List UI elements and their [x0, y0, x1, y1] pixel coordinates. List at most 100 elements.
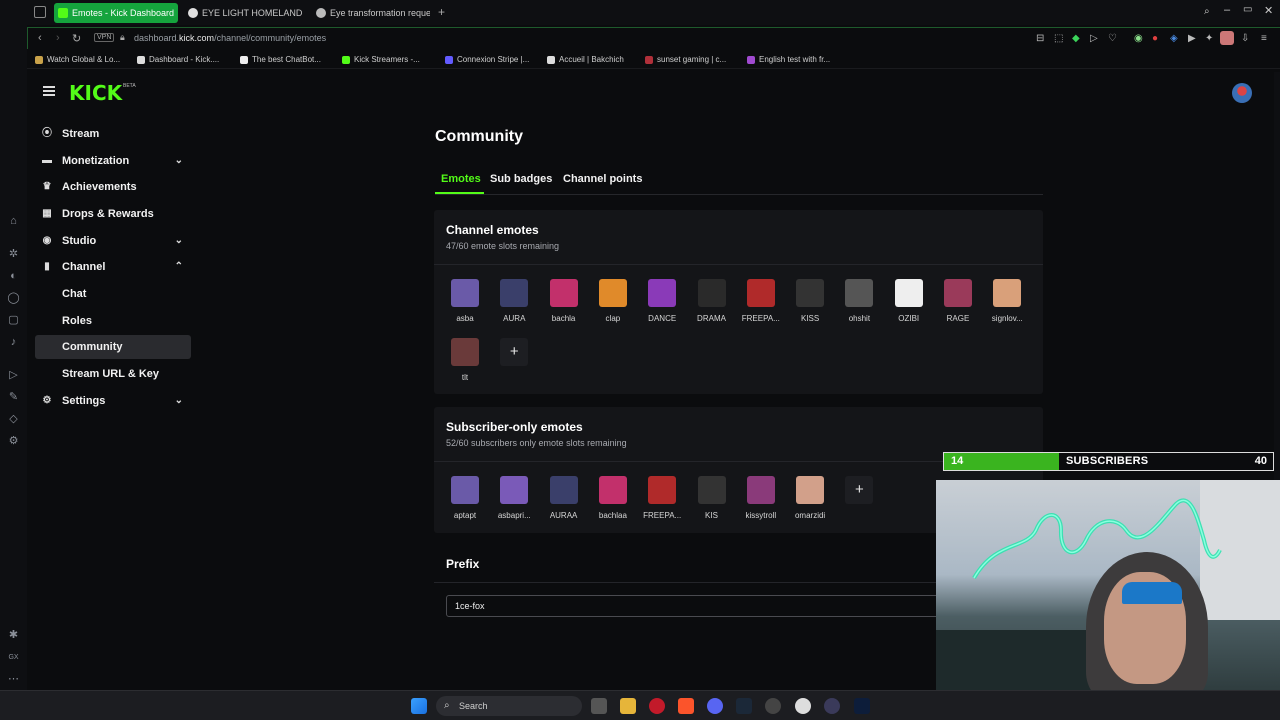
emote-item[interactable]: DRAMA	[691, 279, 733, 329]
taskbar-search[interactable]: ⌕ Search	[436, 696, 582, 716]
prefix-input[interactable]	[446, 595, 946, 617]
emote-item[interactable]: tlt	[444, 338, 486, 388]
file-explorer-icon[interactable]	[620, 698, 636, 714]
heart-icon[interactable]: ♡	[1108, 33, 1117, 44]
steelseries-icon[interactable]	[795, 698, 811, 714]
close-window-icon[interactable]: ✕	[1264, 4, 1273, 17]
player-icon[interactable]: ▷	[6, 368, 21, 383]
whatsapp-icon[interactable]: ◯	[6, 291, 21, 306]
windows-start-icon[interactable]	[411, 698, 427, 714]
new-tab-button[interactable]: +	[438, 5, 445, 19]
bookmark-item[interactable]: Dashboard - Kick....	[137, 55, 219, 64]
extension-2-icon[interactable]: ●	[1152, 33, 1158, 44]
emote-item[interactable]: KISS	[789, 279, 831, 329]
steam-icon[interactable]	[736, 698, 752, 714]
sidebar-item-drops-rewards[interactable]: ▦ Drops & Rewards	[35, 202, 191, 226]
task-view-icon[interactable]	[591, 698, 607, 714]
maximize-icon[interactable]: ▭	[1243, 4, 1252, 15]
gx-control-icon[interactable]: ✱	[6, 628, 21, 643]
gx-corner-icon[interactable]: GX	[6, 650, 21, 665]
vpn-badge[interactable]: VPN	[94, 33, 115, 42]
sidebar-item-settings[interactable]: ⚙ Settings ⌄	[35, 389, 191, 413]
emote-item[interactable]: OZIBI	[888, 279, 930, 329]
url-field[interactable]: dashboard.kick.com/channel/community/emo…	[134, 33, 326, 43]
sidebar-app-icon[interactable]: ⌂	[6, 214, 21, 229]
sidebar-item-stream[interactable]: ⦿ Stream	[35, 122, 191, 146]
tab-sub-badges[interactable]: Sub badges	[490, 173, 552, 185]
emote-item[interactable]: RAGE	[937, 279, 979, 329]
emote-item[interactable]: FREEPA...	[641, 476, 683, 526]
instagram-icon[interactable]: ▢	[6, 313, 21, 328]
reload-icon[interactable]: ↻	[72, 32, 81, 45]
bookmark-item[interactable]: Kick Streamers -...	[342, 55, 420, 64]
emote-item[interactable]: KIS	[691, 476, 733, 526]
emote-item[interactable]: bachla	[543, 279, 585, 329]
emote-item[interactable]: DANCE	[641, 279, 683, 329]
hamburger-menu-icon[interactable]	[43, 86, 55, 96]
emote-item[interactable]: FREEPA...	[740, 279, 782, 329]
puzzle-icon[interactable]: ✦	[1205, 33, 1213, 44]
kick-logo[interactable]: KICK	[69, 81, 122, 105]
minimize-icon[interactable]: –	[1224, 4, 1230, 16]
tab-emotes[interactable]: Emotes	[441, 173, 481, 185]
bookmark-item[interactable]: The best ChatBot...	[240, 55, 321, 64]
extensions-icon[interactable]: ◇	[6, 412, 21, 427]
menu-icon[interactable]: ≡	[1261, 33, 1267, 44]
tab-eye-light[interactable]: EYE LIGHT HOMELANDE	[184, 3, 302, 23]
emote-item[interactable]: kissytroll	[740, 476, 782, 526]
pin-icon[interactable]: ✎	[6, 390, 21, 405]
bookmark-item[interactable]: sunset gaming | c...	[645, 55, 726, 64]
forward-icon[interactable]: ›	[56, 32, 60, 44]
extension-3-icon[interactable]: ◈	[1170, 33, 1178, 44]
photoshop-icon[interactable]	[854, 698, 870, 714]
play-icon[interactable]: ▷	[1090, 33, 1098, 44]
adblock-icon[interactable]: ◆	[1072, 33, 1080, 44]
sidebar-item-chat[interactable]: Chat	[35, 282, 191, 306]
sidebar-item-roles[interactable]: Roles	[35, 309, 191, 333]
chatgpt-icon[interactable]: ✲	[6, 247, 21, 262]
tab-channel-points[interactable]: Channel points	[563, 173, 642, 185]
workspaces-icon[interactable]	[34, 6, 46, 18]
avatar[interactable]	[1232, 83, 1252, 103]
media-icon[interactable]: ▶	[1188, 33, 1196, 44]
add-emote-button[interactable]: +	[500, 338, 529, 366]
sidebar-item-achievements[interactable]: ♛ Achievements	[35, 175, 191, 199]
back-icon[interactable]: ‹	[38, 32, 42, 44]
bookmark-item[interactable]: Watch Global & Lo...	[35, 55, 120, 64]
download-icon[interactable]: ⇩	[1241, 33, 1249, 44]
search-tabs-icon[interactable]: ⌕	[1204, 6, 1210, 17]
add-emote-button[interactable]: +	[845, 476, 874, 504]
tab-eye-transformation[interactable]: Eye transformation reque	[312, 3, 430, 23]
sidebar-item-community[interactable]: Community	[35, 335, 191, 359]
tiktok-icon[interactable]: ♪	[6, 335, 21, 350]
discord-icon[interactable]	[707, 698, 723, 714]
sidebar-item-monetization[interactable]: ▬ Monetization ⌄	[35, 149, 191, 173]
more-icon[interactable]: ⋯	[6, 672, 21, 687]
emote-item[interactable]: signlov...	[986, 279, 1028, 329]
snapshot-icon[interactable]: ⬚	[1054, 33, 1063, 44]
brave-icon[interactable]	[678, 698, 694, 714]
bookmark-item[interactable]: Connexion Stripe |...	[445, 55, 529, 64]
extension-icon[interactable]: ◉	[1134, 33, 1143, 44]
sidebar-item-stream-url-key[interactable]: Stream URL & Key	[35, 362, 191, 386]
emote-item[interactable]: asba	[444, 279, 486, 329]
emote-item[interactable]: ohshit	[838, 279, 880, 329]
emote-item[interactable]: clap	[592, 279, 634, 329]
opera-gx-icon[interactable]	[649, 698, 665, 714]
sidebar-item-channel[interactable]: ▮ Channel ⌃	[35, 255, 191, 279]
bookmark-item[interactable]: English test with fr...	[747, 55, 830, 64]
lock-icon[interactable]: 🔒︎	[120, 32, 125, 43]
profile-icon[interactable]	[1220, 31, 1234, 45]
emote-item[interactable]: aptapt	[444, 476, 486, 526]
emote-item[interactable]: omarzidi	[789, 476, 831, 526]
app-icon[interactable]	[824, 698, 840, 714]
emote-item[interactable]: bachlaa	[592, 476, 634, 526]
bookmark-icon[interactable]: ⊟	[1036, 33, 1044, 44]
emote-item[interactable]: AURAA	[543, 476, 585, 526]
tab-emotes[interactable]: Emotes - Kick Dashboard	[54, 3, 178, 23]
bookmark-item[interactable]: Accueil | Bakchich	[547, 55, 624, 64]
sidebar-item-studio[interactable]: ◉ Studio ⌄	[35, 229, 191, 253]
obs-icon[interactable]	[765, 698, 781, 714]
messenger-icon[interactable]: ◐	[6, 269, 21, 284]
settings-icon[interactable]: ⚙	[6, 434, 21, 449]
